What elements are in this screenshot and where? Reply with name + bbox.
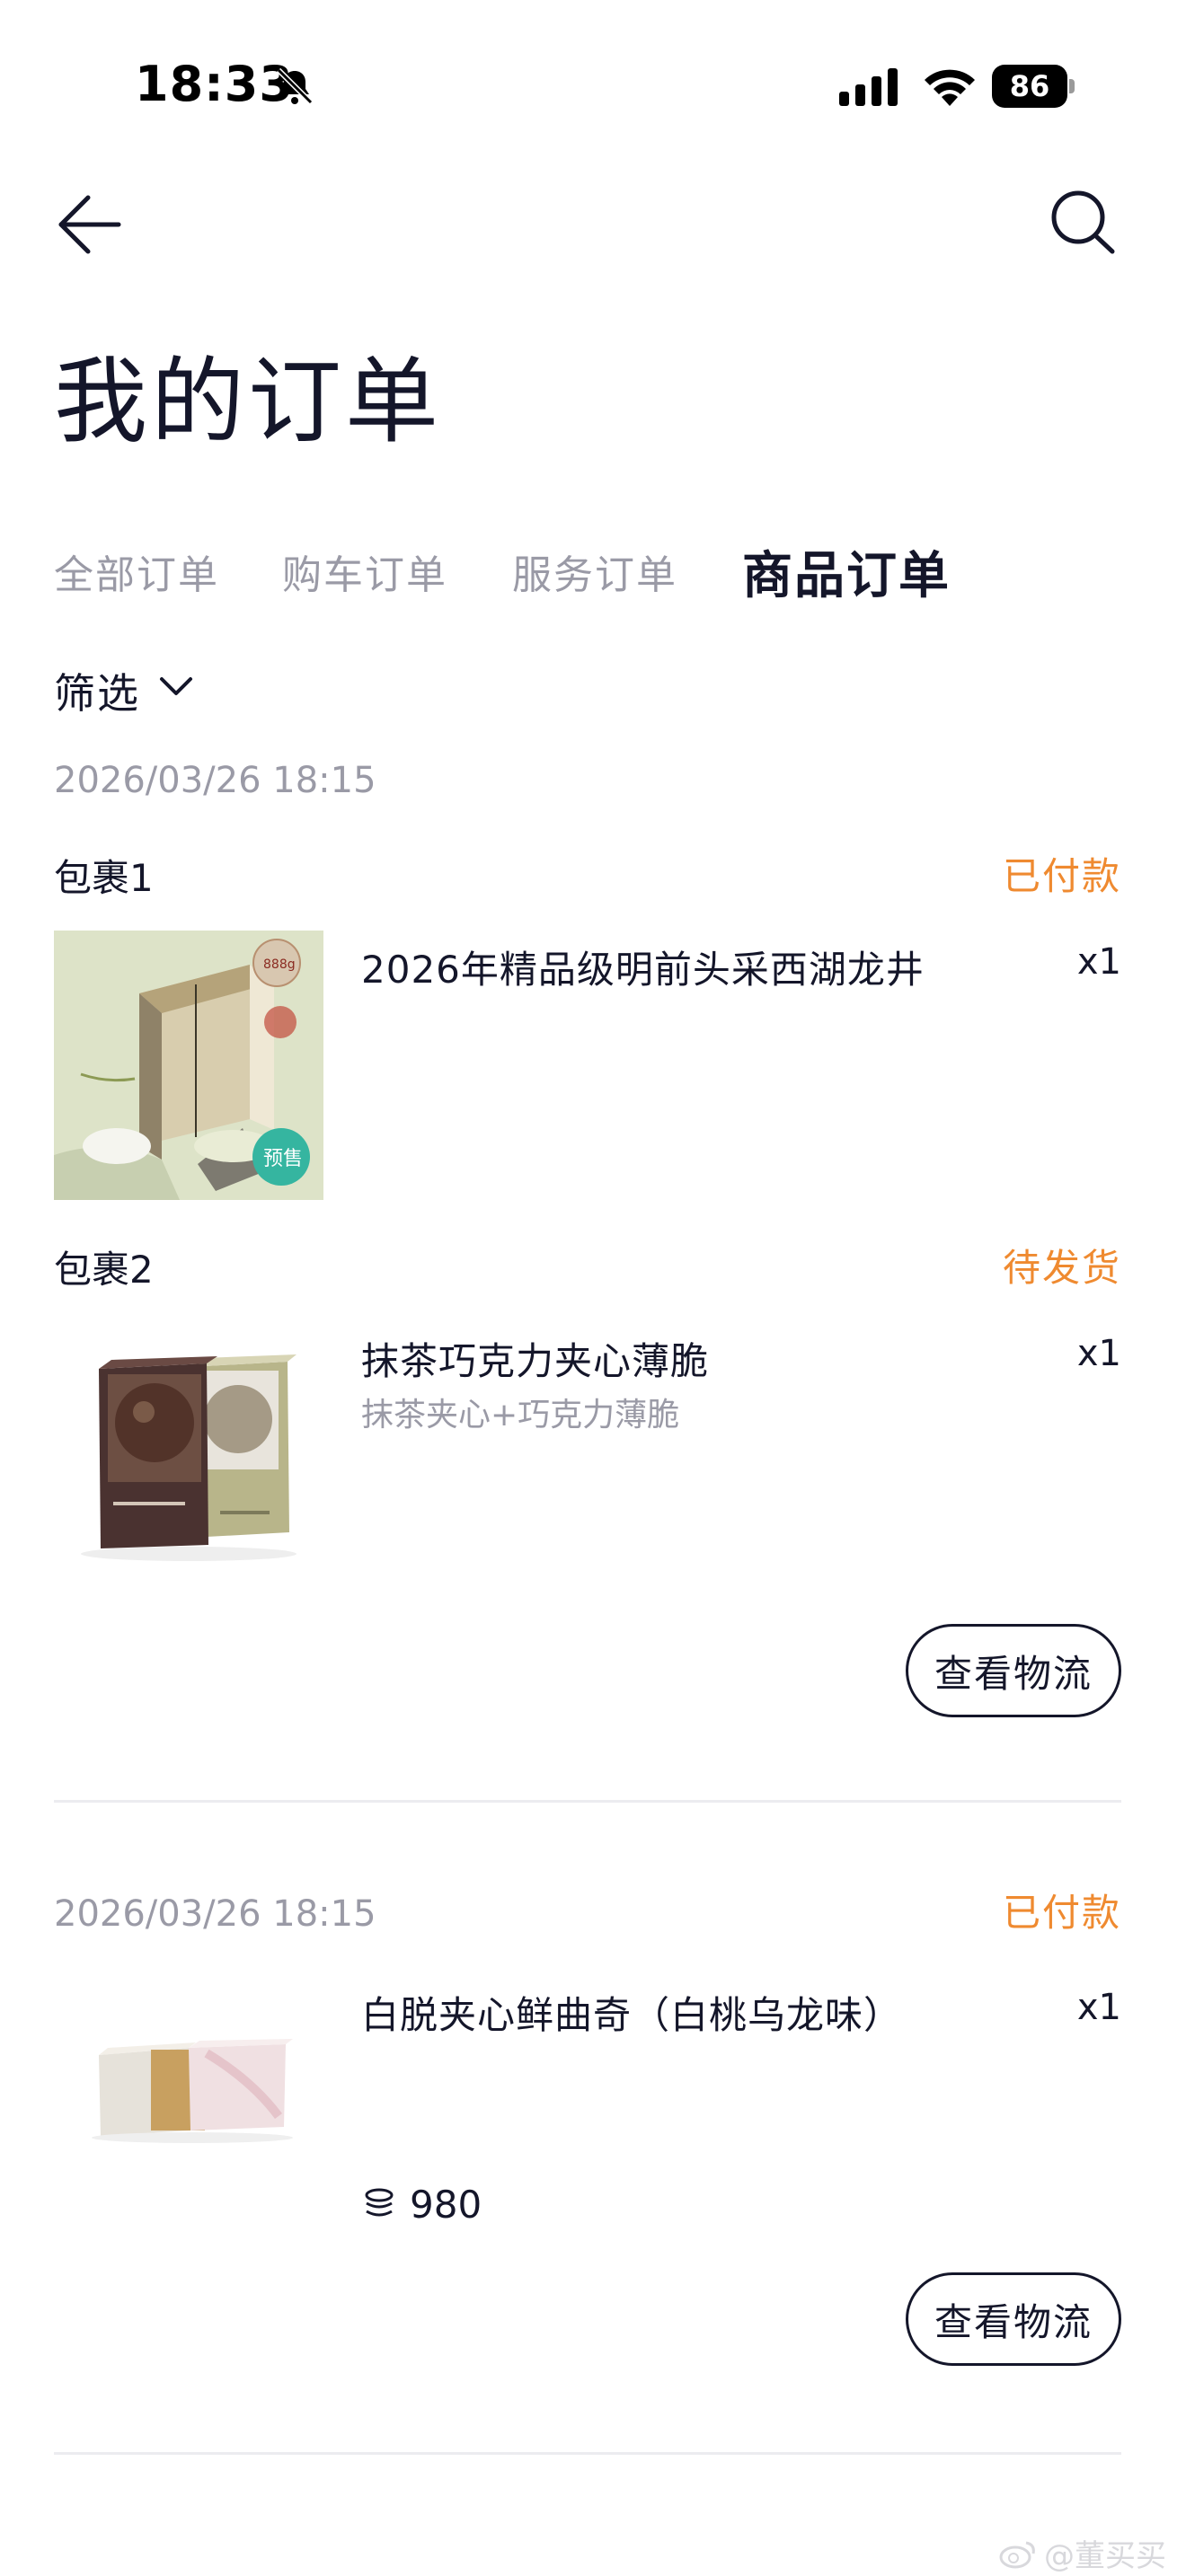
product-name[interactable]: 2026年精品级明前头采西湖龙井 [361,940,925,994]
product-quantity: x1 [1076,941,1121,983]
watermark: @董买买 [999,2531,1166,2575]
presale-badge: 预售 [263,1148,303,1170]
view-logistics-button[interactable]: 查看物流 [906,1624,1121,1717]
order-date: 2026/03/26 18:15 [54,1893,376,1935]
order-date: 2026/03/26 18:15 [54,760,376,801]
tab-all-orders[interactable]: 全部订单 [54,543,219,600]
product-thumbnail[interactable]: 888g 预售 [54,931,323,1200]
order-divider [54,2452,1121,2455]
order-status-badge: 已付款 [1002,854,1121,898]
package-label: 包裹2 [54,1248,154,1292]
order-status-badge: 已付款 [1002,1891,1121,1935]
product-quantity: x1 [1076,1987,1121,2028]
battery-cap [1069,79,1075,93]
battery-indicator: 86 [992,65,1075,108]
tab-product-orders[interactable]: 商品订单 [742,535,951,608]
cellular-signal-icon [839,68,898,106]
product-price: 980 [361,2183,482,2227]
product-name[interactable]: 抹茶巧克力夹心薄脆 [361,1331,709,1386]
chevron-down-icon[interactable] [158,672,194,699]
page-title: 我的订单 [54,347,443,456]
watermark-text: @董买买 [1044,2538,1166,2574]
package-label: 包裹1 [54,856,154,900]
product-variant: 抹茶夹心+巧克力薄脆 [361,1397,680,1434]
box-weight-label: 888g [263,957,296,972]
product-name[interactable]: 白脱夹心鲜曲奇（白桃乌龙味） [361,1985,902,2040]
tab-car-orders[interactable]: 购车订单 [282,543,447,600]
order-divider [54,1800,1121,1803]
weibo-icon [999,2541,1035,2568]
tab-service-orders[interactable]: 服务订单 [512,543,677,600]
longjing-tea-box-image: 888g 预售 [54,931,323,1200]
wifi-icon [925,69,975,106]
filter-button[interactable]: 筛选 [54,661,140,720]
product-thumbnail[interactable] [54,1322,323,1592]
view-logistics-button[interactable]: 查看物流 [906,2272,1121,2366]
bell-muted-icon [276,67,314,105]
product-quantity: x1 [1076,1333,1121,1374]
search-icon[interactable] [1048,187,1120,259]
status-time: 18:33 [135,56,294,112]
cookie-box-image [54,1972,323,2242]
coin-stack-icon [365,2188,394,2216]
order-status-badge: 待发货 [1002,1246,1121,1290]
back-arrow-icon[interactable] [56,190,124,259]
price-value: 980 [410,2183,482,2227]
battery-level: 86 [992,65,1067,108]
matcha-chocolate-box-image [54,1322,323,1592]
product-thumbnail[interactable] [54,1972,323,2242]
